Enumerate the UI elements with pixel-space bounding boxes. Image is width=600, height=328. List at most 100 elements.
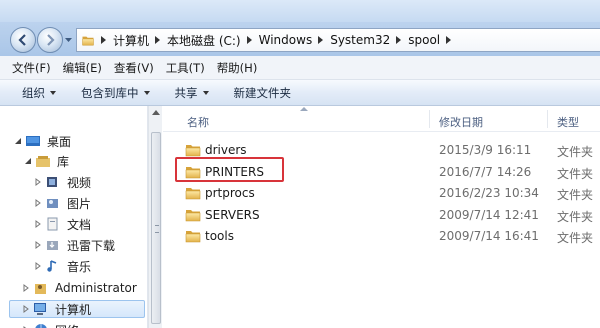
scrollbar-thumb[interactable] bbox=[151, 132, 161, 324]
chevron-right-icon[interactable] bbox=[101, 36, 106, 44]
network-icon bbox=[35, 324, 47, 328]
menu-file[interactable]: 文件(F) bbox=[12, 60, 51, 76]
menu-view[interactable]: 查看(V) bbox=[114, 60, 154, 76]
file-name: drivers bbox=[205, 143, 247, 157]
breadcrumb-spool[interactable]: spool bbox=[408, 33, 440, 47]
breadcrumb-windows[interactable]: Windows bbox=[259, 33, 313, 47]
chevron-right-icon[interactable] bbox=[155, 36, 161, 44]
chevron-right-icon[interactable] bbox=[396, 36, 402, 44]
file-date: 2016/7/7 14:26 bbox=[439, 165, 532, 179]
forward-button[interactable] bbox=[37, 27, 63, 53]
command-toolbar: 组织 包含到库中 共享 新建文件夹 bbox=[0, 80, 600, 106]
arrow-right-icon bbox=[47, 34, 55, 46]
menu-bar: 文件(F) 编辑(E) 查看(V) 工具(T) 帮助(H) bbox=[0, 56, 600, 80]
expanded-arrow-icon[interactable] bbox=[24, 157, 32, 165]
music-icon bbox=[47, 260, 57, 272]
file-row-prtprocs[interactable]: prtprocs 2016/2/23 10:34 文件夹 bbox=[163, 183, 600, 204]
nav-desktop[interactable]: 桌面 bbox=[14, 132, 71, 150]
collapsed-arrow-icon[interactable] bbox=[22, 305, 30, 313]
file-type: 文件夹 bbox=[557, 145, 594, 159]
scroll-up-arrow-icon[interactable] bbox=[152, 110, 160, 115]
folder-icon bbox=[185, 143, 201, 157]
file-date: 2009/7/14 16:41 bbox=[439, 229, 539, 243]
nav-scrollbar[interactable] bbox=[148, 106, 162, 328]
collapsed-arrow-icon[interactable] bbox=[22, 284, 30, 292]
nav-downloads[interactable]: 迅雷下载 bbox=[34, 236, 115, 254]
nav-desktop-label: 桌面 bbox=[47, 134, 72, 149]
include-in-library-button[interactable]: 包含到库中 bbox=[81, 85, 150, 101]
column-divider[interactable] bbox=[429, 110, 430, 128]
file-name: prtprocs bbox=[205, 186, 255, 200]
column-divider[interactable] bbox=[547, 110, 548, 128]
window-titlebar: 计算机 本地磁盘 (C:) Windows System32 spool bbox=[0, 0, 600, 56]
organize-button[interactable]: 组织 bbox=[22, 85, 56, 101]
nav-videos-label: 视频 bbox=[67, 175, 92, 190]
column-name[interactable]: 名称 bbox=[187, 114, 209, 130]
breadcrumb-computer[interactable]: 计算机 bbox=[113, 32, 149, 49]
nav-music[interactable]: 音乐 bbox=[34, 257, 91, 275]
title-band bbox=[0, 0, 600, 22]
folder-icon bbox=[81, 35, 95, 46]
chevron-right-icon[interactable] bbox=[246, 36, 252, 44]
collapsed-arrow-icon[interactable] bbox=[34, 199, 42, 207]
file-type: 文件夹 bbox=[557, 188, 594, 202]
nav-computer[interactable]: 计算机 bbox=[9, 300, 145, 318]
nav-computer-label: 计算机 bbox=[55, 302, 92, 317]
address-bar[interactable]: 计算机 本地磁盘 (C:) Windows System32 spool bbox=[76, 28, 600, 52]
collapsed-arrow-icon[interactable] bbox=[34, 241, 42, 249]
documents-icon bbox=[47, 217, 58, 231]
column-type[interactable]: 类型 bbox=[557, 114, 579, 130]
folder-icon bbox=[185, 208, 201, 222]
recent-pages-dropdown[interactable] bbox=[64, 35, 73, 45]
collapsed-arrow-icon[interactable] bbox=[34, 262, 42, 270]
nav-downloads-label: 迅雷下载 bbox=[67, 238, 116, 253]
nav-libraries[interactable]: 库 bbox=[24, 152, 69, 170]
file-row-tools[interactable]: tools 2009/7/14 16:41 文件夹 bbox=[163, 226, 600, 247]
nav-libraries-label: 库 bbox=[57, 154, 70, 169]
file-name: tools bbox=[205, 229, 234, 243]
menu-edit[interactable]: 编辑(E) bbox=[63, 60, 102, 76]
new-folder-label: 新建文件夹 bbox=[233, 85, 292, 100]
file-type: 文件夹 bbox=[557, 210, 594, 224]
chevron-right-icon[interactable] bbox=[318, 36, 324, 44]
nav-videos[interactable]: 视频 bbox=[34, 173, 91, 191]
nav-network[interactable]: 网络 bbox=[22, 321, 79, 328]
include-library-label: 包含到库中 bbox=[81, 85, 139, 100]
pictures-icon bbox=[47, 199, 58, 208]
grip-icon bbox=[155, 225, 159, 233]
expanded-arrow-icon[interactable] bbox=[14, 137, 22, 145]
column-date[interactable]: 修改日期 bbox=[439, 114, 483, 130]
folder-icon bbox=[185, 186, 201, 200]
nav-administrator[interactable]: Administrator bbox=[22, 279, 137, 297]
collapsed-arrow-icon[interactable] bbox=[34, 220, 42, 228]
share-button[interactable]: 共享 bbox=[175, 85, 209, 101]
menu-help[interactable]: 帮助(H) bbox=[217, 60, 258, 76]
library-icon bbox=[36, 156, 50, 167]
caret-down-icon bbox=[143, 90, 150, 95]
back-button[interactable] bbox=[10, 27, 36, 53]
nav-pictures-label: 图片 bbox=[67, 196, 92, 211]
nav-documents[interactable]: 文档 bbox=[34, 215, 91, 233]
navigation-pane: 桌面 库 视频 图片 文档 迅雷下载 音乐 Administrator 计算机 bbox=[0, 106, 148, 328]
file-date: 2016/2/23 10:34 bbox=[439, 186, 539, 200]
breadcrumb-local-disk[interactable]: 本地磁盘 (C:) bbox=[167, 32, 241, 49]
arrow-left-icon bbox=[18, 34, 26, 46]
chevron-right-icon[interactable] bbox=[446, 36, 452, 44]
nav-pictures[interactable]: 图片 bbox=[34, 194, 91, 212]
file-row-servers[interactable]: SERVERS 2009/7/14 12:41 文件夹 bbox=[163, 205, 600, 226]
file-name: SERVERS bbox=[205, 208, 260, 222]
new-folder-button[interactable]: 新建文件夹 bbox=[234, 85, 292, 101]
download-folder-icon bbox=[47, 241, 58, 250]
file-type: 文件夹 bbox=[557, 231, 594, 245]
breadcrumb-system32[interactable]: System32 bbox=[330, 33, 390, 47]
folder-icon bbox=[185, 229, 201, 243]
nav-documents-label: 文档 bbox=[67, 217, 92, 232]
desktop-icon bbox=[26, 136, 40, 146]
menu-tools[interactable]: 工具(T) bbox=[166, 60, 205, 76]
nav-music-label: 音乐 bbox=[67, 259, 92, 274]
collapsed-arrow-icon[interactable] bbox=[34, 178, 42, 186]
organize-label: 组织 bbox=[22, 85, 45, 100]
video-icon bbox=[47, 177, 57, 187]
highlight-box bbox=[175, 157, 284, 182]
share-label: 共享 bbox=[174, 85, 198, 100]
